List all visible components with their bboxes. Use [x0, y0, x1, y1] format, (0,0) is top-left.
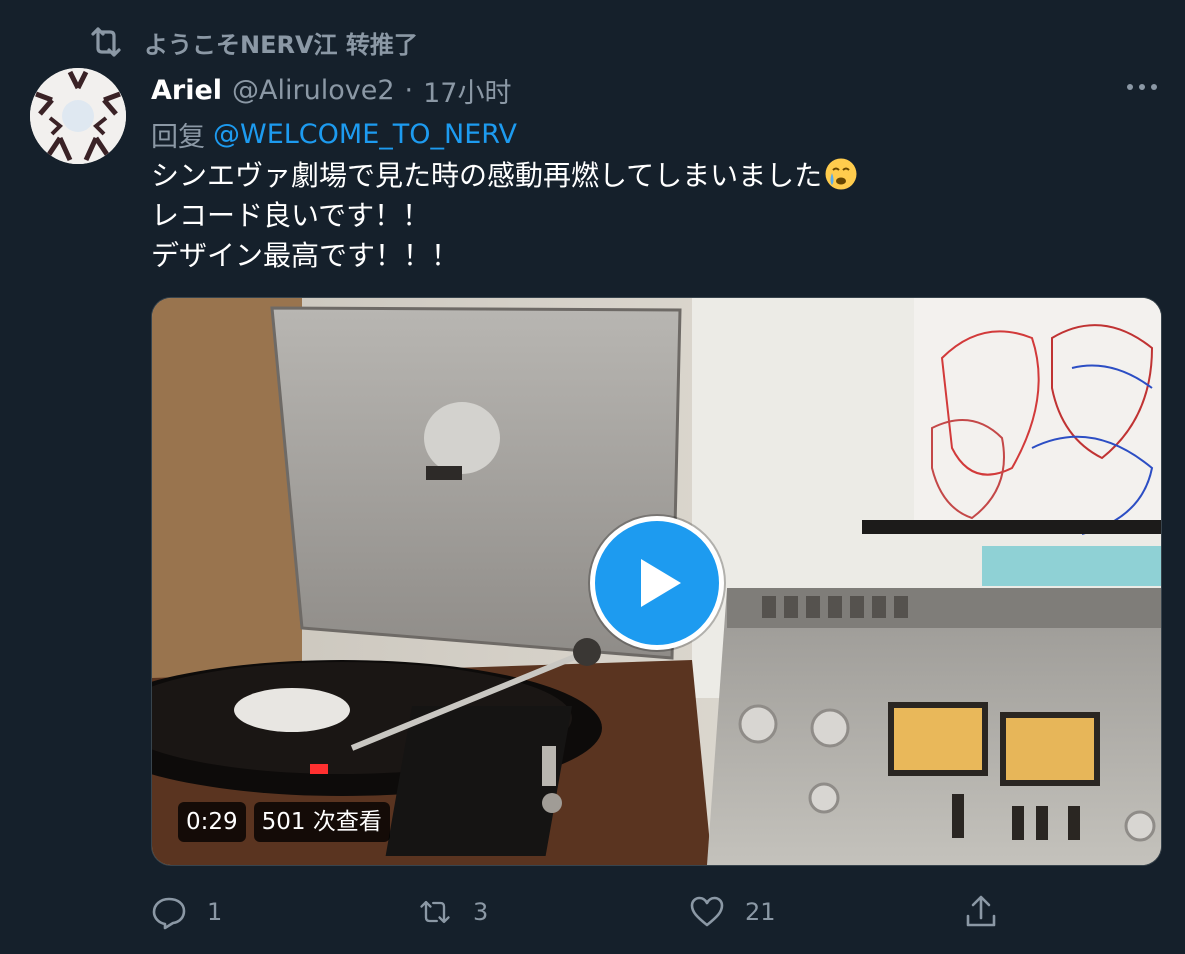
crying-face-emoji — [825, 158, 857, 190]
retweet-action-icon — [420, 900, 450, 924]
author-name[interactable]: Ariel — [151, 75, 222, 106]
retweet-icon — [91, 27, 121, 57]
tweet-text-line-1: シンエヴァ劇場で見た時の感動再燃してしまいました — [151, 159, 823, 192]
avatar[interactable] — [30, 68, 126, 164]
tweet-text-line-3: デザイン最高です！！！ — [151, 239, 460, 272]
reply-label: 回复 — [151, 121, 205, 153]
video-badges: 0:29 501 次查看 — [178, 802, 390, 842]
reply-button[interactable]: 1 — [151, 888, 222, 936]
reply-context: 回复 @WELCOME_TO_NERV — [151, 114, 517, 154]
tweet-text-line-2: レコード良いです！！ — [151, 199, 431, 232]
share-button[interactable] — [963, 888, 999, 936]
tweet-actions: 1 3 21 — [151, 888, 1011, 936]
more-options-button[interactable] — [1125, 72, 1159, 102]
retweet-label[interactable]: ようこそNERV江 转推了 — [144, 25, 418, 60]
retweet-count: 3 — [473, 898, 489, 926]
reply-handle-link[interactable]: @WELCOME_TO_NERV — [213, 119, 517, 150]
avatar-image — [30, 68, 126, 164]
heart-icon — [690, 896, 724, 927]
video-views: 501 次查看 — [253, 802, 390, 842]
more-icon — [1127, 84, 1157, 90]
play-button[interactable] — [590, 516, 724, 650]
retweet-button[interactable]: 3 — [417, 888, 488, 936]
tweet-text-line: シンエヴァ劇場で見た時の感動再燃してしまいました — [151, 156, 1131, 196]
meta-separator: · — [404, 74, 414, 106]
like-button[interactable]: 21 — [689, 888, 776, 936]
tweet-header: Ariel @Alirulove2 · 17小时 — [151, 70, 511, 110]
play-icon — [641, 559, 681, 607]
like-count: 21 — [745, 898, 776, 926]
tweet-text: シンエヴァ劇場で見た時の感動再燃してしまいました レコード良いです！！ デザイン… — [151, 156, 1131, 276]
retweet-context[interactable]: ようこそNERV江 转推了 — [86, 24, 418, 60]
author-handle[interactable]: @Alirulove2 — [232, 75, 394, 106]
reply-icon — [152, 897, 186, 930]
reply-count: 1 — [207, 898, 223, 926]
video-player[interactable]: 0:29 501 次查看 — [151, 297, 1162, 866]
tweet-time[interactable]: 17小时 — [423, 71, 511, 110]
share-icon — [966, 895, 996, 927]
video-duration: 0:29 — [178, 802, 246, 842]
